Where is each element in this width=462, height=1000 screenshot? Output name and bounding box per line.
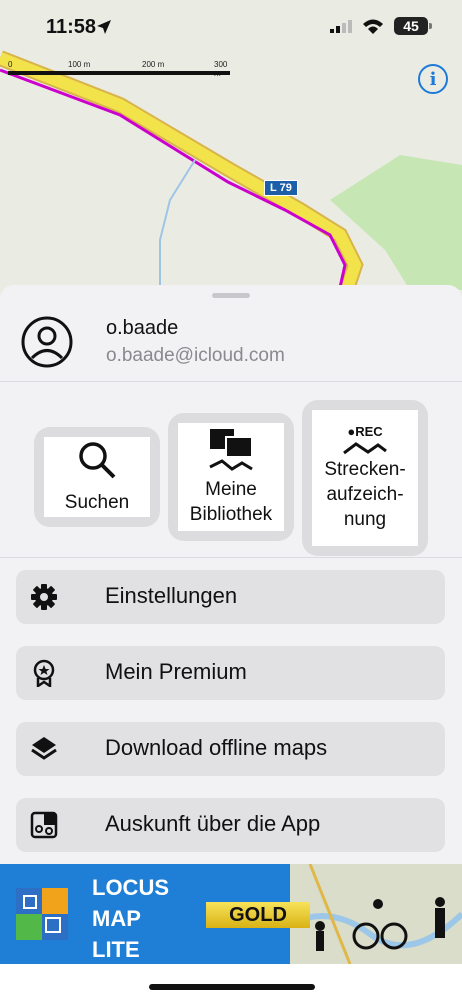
layers-icon <box>31 737 57 760</box>
gold-badge: GOLD <box>206 902 310 928</box>
divider <box>0 557 462 558</box>
bottom-safe-area <box>0 964 462 1000</box>
divider <box>0 381 462 382</box>
wifi-icon <box>363 19 383 34</box>
menu-item-premium[interactable]: Mein Premium <box>16 646 445 700</box>
banner-title-line-2: MAP <box>92 906 141 931</box>
library-tile-label-1: Meine <box>205 479 257 500</box>
premium-badge-icon <box>33 659 55 687</box>
user-circle-icon <box>21 316 73 368</box>
profile-row[interactable]: o.baade o.baade@icloud.com <box>0 309 462 381</box>
menu-label-premium: Mein Premium <box>105 659 247 684</box>
home-indicator[interactable] <box>149 984 315 990</box>
menu-label-offline-maps: Download offline maps <box>105 735 328 760</box>
search-icon <box>79 441 116 478</box>
scale-bar <box>8 71 230 75</box>
status-time: 11:58 <box>46 16 97 38</box>
search-tile[interactable]: Suchen <box>34 427 160 527</box>
library-tile[interactable]: Meine Bibliothek <box>168 413 294 541</box>
road-casing <box>0 50 364 310</box>
track-tile-label-3: nung <box>343 509 387 530</box>
location-arrow-icon <box>97 20 111 34</box>
profile-email: o.baade@icloud.com <box>106 345 285 366</box>
track-wave-icon <box>343 442 387 455</box>
battery-indicator: 45 <box>394 17 432 35</box>
scale-label-300: 300 m <box>214 60 228 78</box>
rec-track-icon: ●REC <box>342 424 388 457</box>
track-tile-label-1: Strecken- <box>324 459 406 480</box>
cellular-signal-icon <box>330 20 352 33</box>
road <box>0 52 362 310</box>
stream <box>159 159 196 290</box>
locus-map-banner[interactable]: LOCUS MAP LITE GOLD <box>0 864 462 964</box>
sheet-drag-handle[interactable] <box>212 293 250 298</box>
road-label: L 79 <box>264 180 298 196</box>
banner-map-illustration <box>290 864 462 964</box>
rec-icon-text: ●REC <box>347 424 383 439</box>
info-icon[interactable]: i <box>418 64 448 94</box>
scale-label-200: 200 m <box>142 60 165 69</box>
map-scale: 0 100 m 200 m 300 m <box>8 60 230 80</box>
scale-label-0: 0 <box>8 60 13 69</box>
track-tile-label-2: aufzeich- <box>326 484 404 505</box>
search-tile-label: Suchen <box>64 491 130 513</box>
banner-title-line-3: LITE <box>92 937 140 962</box>
library-icon <box>209 429 253 471</box>
library-tile-label-2: Bibliothek <box>189 504 273 525</box>
puzzle-info-icon <box>30 811 58 839</box>
banner-title-line-1: LOCUS <box>92 875 169 900</box>
status-bar: 11:58 45 <box>0 0 462 52</box>
menu-label-settings: Einstellungen <box>105 583 238 608</box>
gear-icon <box>31 584 57 610</box>
menu-label-about: Auskunft über die App <box>105 811 321 836</box>
menu-item-offline-maps[interactable]: Download offline maps <box>16 722 445 776</box>
menu-item-about[interactable]: Auskunft über die App <box>16 798 445 852</box>
profile-name: o.baade <box>106 317 179 339</box>
locus-logo-icon <box>16 888 68 940</box>
scale-label-100: 100 m <box>68 60 91 69</box>
track-recording-tile[interactable]: ●REC Strecken- aufzeich- nung <box>302 400 428 556</box>
menu-item-settings[interactable]: Einstellungen <box>16 570 445 624</box>
